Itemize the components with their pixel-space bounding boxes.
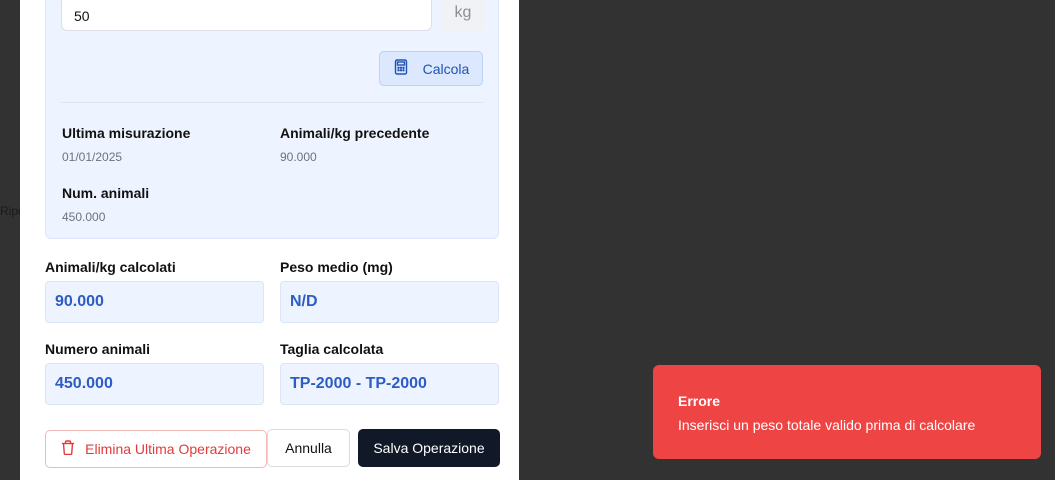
last-measure-label: Ultima misurazione <box>62 125 191 141</box>
avg-weight-label: Peso medio (mg) <box>280 259 393 275</box>
save-operation-button[interactable]: Salva Operazione <box>358 429 500 467</box>
num-animals-label: Numero animali <box>45 341 151 357</box>
calc-ratio-field: 90.000 <box>45 281 264 323</box>
toast-title: Errore <box>678 393 721 409</box>
calculated-size-label: Taglia calcolata <box>280 341 384 357</box>
toast-message: Inserisci un peso totale valido prima di… <box>678 417 976 433</box>
calculate-button-label: Calcola <box>422 60 470 77</box>
num-animals-field: 450.000 <box>45 363 264 405</box>
prev-ratio-label: Animali/kg precedente <box>280 125 430 141</box>
weight-unit-label: kg <box>441 0 485 31</box>
trash-icon <box>61 440 75 458</box>
calculated-size-field: TP-2000 - TP-2000 <box>280 363 499 405</box>
avg-weight-field: N/D <box>280 281 499 323</box>
delete-button-label: Elimina Ultima Operazione <box>85 441 251 457</box>
num-animals-info-value: 450.000 <box>62 210 106 224</box>
calculator-icon <box>393 59 409 78</box>
error-toast[interactable]: Errore Inserisci un peso totale valido p… <box>653 365 1041 459</box>
last-measure-value: 01/01/2025 <box>62 150 123 164</box>
measurement-panel <box>45 0 499 239</box>
prev-ratio-value: 90.000 <box>280 150 317 164</box>
delete-last-operation-button[interactable]: Elimina Ultima Operazione <box>45 430 267 468</box>
calculate-button[interactable]: Calcola <box>379 51 483 86</box>
calc-ratio-label: Animali/kg calcolati <box>45 259 176 275</box>
panel-divider <box>61 102 483 103</box>
cancel-button[interactable]: Annulla <box>267 429 350 467</box>
total-weight-input[interactable]: 50 <box>61 0 432 31</box>
num-animals-info-label: Num. animali <box>62 185 150 201</box>
